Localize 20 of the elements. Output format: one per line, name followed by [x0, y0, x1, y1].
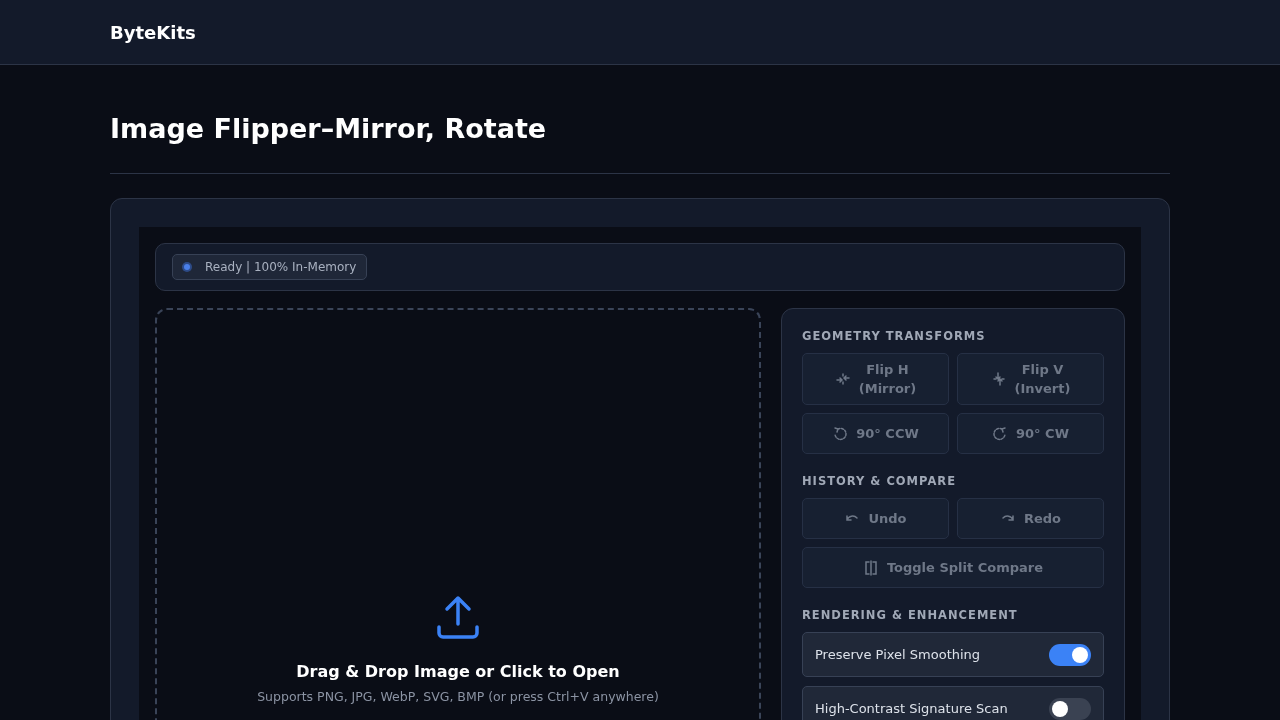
vertical-arrows-icon: [990, 371, 1007, 387]
drop-zone[interactable]: Drag & Drop Image or Click to Open Supports PNG, JPG, WebP, SVG, BMP (or press Ctrl+V anywhere): [155, 308, 761, 720]
status-dot-icon: [181, 261, 193, 273]
drop-title: Drag & Drop Image or Click to Open: [296, 662, 620, 681]
drop-hint: Supports PNG, JPG, WebP, SVG, BMP (or press Ctrl+V anywhere): [257, 689, 659, 704]
horizontal-arrows-icon: [834, 371, 851, 387]
upload-icon: [434, 594, 482, 642]
toggle-switch[interactable]: [1049, 697, 1091, 720]
rotate-right-icon: [992, 425, 1008, 442]
section-heading: HISTORY & COMPARE: [802, 474, 958, 488]
toggle-label: Preserve Pixel Smoothing: [815, 647, 981, 662]
page-title: Image Flipper–Mirror, Rotate: [110, 112, 548, 146]
status-text: Ready | 100% In-Memory: [205, 260, 357, 274]
brand-name[interactable]: ByteKits: [110, 21, 196, 43]
split-icon: [862, 559, 879, 576]
toggle-label: High-Contrast Signature Scan: [815, 701, 1008, 716]
rotate-left-icon: [832, 425, 849, 442]
toggle-switch[interactable]: [1049, 643, 1091, 666]
section-heading: RENDERING & ENHANCEMENT: [802, 608, 1019, 622]
section-heading: GEOMETRY TRANSFORMS: [802, 329, 987, 343]
